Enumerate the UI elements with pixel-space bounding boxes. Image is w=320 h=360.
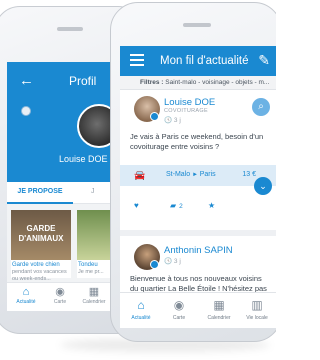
nav-calendrier[interactable]: ▦ Calendrier — [77, 286, 111, 305]
trip-to: Paris — [199, 171, 216, 178]
filter-bar[interactable]: Filtres : Saint-malo - voisinage - objet… — [120, 76, 276, 90]
front-phone-screen: Mon fil d'actualité ✎ Filtres : Saint-ma… — [120, 46, 276, 328]
back-phone-speaker — [57, 27, 83, 31]
home-icon: ⌂ — [22, 286, 30, 298]
nav-label: Actualité — [131, 315, 151, 321]
category-badge-icon — [150, 112, 159, 121]
heart-icon: ♥ — [134, 201, 139, 210]
category-badge-icon — [150, 260, 159, 269]
nav-label: Calendrier — [207, 315, 231, 321]
search-icon[interactable]: ⌕ — [252, 98, 270, 116]
stage: ← Profil Louise DOE JE PROPOSE J GARDE D… — [0, 0, 276, 360]
filter-label: Filtres : — [140, 79, 164, 86]
profile-title: Profil — [69, 74, 97, 88]
comment-icon: ▰ — [170, 201, 177, 210]
post-category: COVOITURAGE — [164, 108, 208, 114]
nav-label: Vie locale — [246, 315, 268, 321]
car-icon: 🚘 — [134, 170, 146, 180]
nav-calendrier[interactable]: ▦ Calendrier — [202, 298, 236, 321]
status-dot-icon — [21, 106, 31, 116]
post-actions: ♥ ▰ 2 ★ — [120, 201, 276, 215]
nav-vie-locale[interactable]: ▥ Vie locale — [240, 298, 274, 321]
calendar-icon: ▦ — [88, 286, 100, 298]
offer-card-caption: Garde votre chien — [12, 262, 60, 268]
nav-label: Carte — [53, 299, 67, 305]
star-icon: ★ — [208, 201, 216, 210]
calendar-icon: ▦ — [213, 298, 225, 312]
map-pin-icon: ◉ — [55, 286, 65, 298]
front-phone-speaker — [183, 23, 211, 27]
profile-name: Louise DOE — [59, 154, 108, 164]
comment-count: 2 — [179, 203, 183, 210]
building-icon: ▥ — [251, 298, 263, 312]
favorite-button[interactable]: ★ — [208, 201, 215, 210]
comment-button[interactable]: ▰ 2 — [170, 201, 183, 210]
post-time: 🕓 3 j — [164, 117, 181, 124]
post-time: 🕓 3 j — [164, 258, 181, 265]
tab-second[interactable]: J — [91, 188, 95, 195]
feed-header: Mon fil d'actualité ✎ — [120, 46, 276, 76]
tab-je-propose[interactable]: JE PROPOSE — [7, 182, 73, 204]
menu-icon[interactable] — [130, 54, 144, 66]
nav-label: Actualité — [16, 299, 36, 305]
feed-post[interactable]: Louise DOE COVOITURAGE 🕓 3 j ⌕ Je vais à… — [120, 90, 276, 236]
front-phone: Mon fil d'actualité ✎ Filtres : Saint-ma… — [110, 2, 276, 342]
nav-actualite[interactable]: ⌂ Actualité — [124, 298, 158, 321]
post-author[interactable]: Louise DOE — [164, 97, 215, 108]
trip-price: 13 € — [242, 171, 256, 178]
nav-carte[interactable]: ◉ Carte — [43, 286, 77, 305]
feed-title: Mon fil d'actualité — [160, 55, 249, 67]
bottom-nav: ⌂ Actualité ◉ Carte ▦ Calendrier ▥ Vie l… — [120, 292, 276, 328]
post-text: Je vais à Paris ce weekend, besoin d'un … — [130, 132, 264, 151]
nav-carte[interactable]: ◉ Carte — [162, 298, 196, 321]
trip-from: St-Malo — [166, 171, 191, 178]
edit-icon[interactable]: ✎ — [258, 52, 270, 69]
offer-card[interactable]: GARDE D'ANIMAUX Garde votre chien pendan… — [11, 210, 71, 282]
nav-label: Calendrier — [82, 299, 106, 305]
like-button[interactable]: ♥ — [134, 201, 139, 210]
home-icon: ⌂ — [137, 298, 145, 312]
chevron-down-icon[interactable]: ⌄ — [254, 177, 272, 195]
trip-route: St-Malo ► Paris — [166, 171, 216, 178]
map-pin-icon: ◉ — [173, 298, 185, 312]
post-author[interactable]: Anthonin SAPIN — [164, 245, 233, 256]
back-arrow-icon[interactable]: ← — [19, 72, 34, 89]
nav-actualite[interactable]: ⌂ Actualité — [9, 286, 43, 305]
offer-card-subcaption: pendant vos vacances ou week-ends... — [12, 269, 67, 282]
trip-bar[interactable]: 🚘 St-Malo ► Paris 13 € ⌄ — [120, 165, 276, 195]
arrow-right-icon: ► — [192, 172, 200, 178]
offer-card-image-text: GARDE D'ANIMAUX — [18, 224, 64, 243]
offer-card-image: GARDE D'ANIMAUX — [11, 210, 71, 260]
nav-label: Carte — [172, 315, 186, 321]
filter-text: Saint-malo - voisinage - objets - m... — [165, 79, 270, 86]
